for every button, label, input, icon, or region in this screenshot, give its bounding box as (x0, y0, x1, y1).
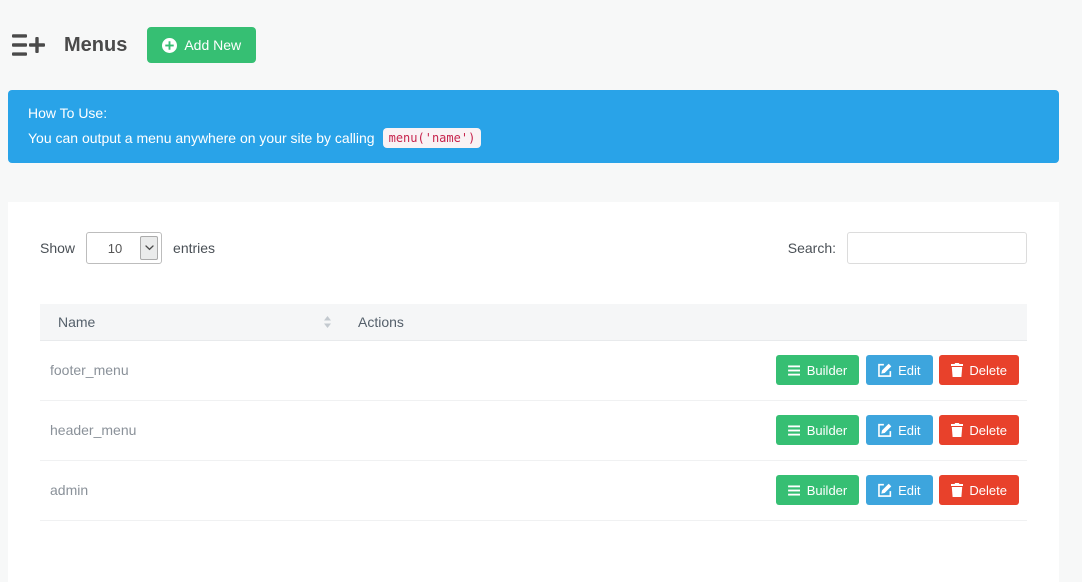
delete-button[interactable]: Delete (939, 415, 1019, 445)
page-title: Menus (64, 33, 128, 56)
edit-pencil-icon (878, 423, 892, 437)
menu-name: footer_menu (50, 362, 129, 378)
column-header-name[interactable]: Name (40, 304, 340, 341)
search-control: Search: (788, 232, 1027, 264)
delete-button[interactable]: Delete (939, 355, 1019, 385)
show-label: Show (40, 240, 76, 256)
table-body: footer_menu Builder Edit Delete header_m… (40, 340, 1027, 521)
sort-arrows-icon (323, 315, 332, 328)
search-label: Search: (787, 240, 836, 256)
how-to-use-alert: How To Use: You can output a menu anywhe… (8, 90, 1059, 163)
delete-button[interactable]: Delete (939, 475, 1019, 505)
menus-table: Name Actions footer_menu Builder Edit De… (40, 304, 1027, 521)
row-actions-cell: Builder Edit Delete (340, 400, 1027, 461)
plus-circle-icon (162, 37, 178, 53)
list-icon (787, 484, 800, 496)
edit-button[interactable]: Edit (866, 355, 933, 385)
entries-label: entries (173, 240, 216, 256)
alert-body-text: You can output a menu anywhere on your s… (28, 130, 375, 146)
page-length-control: Show 10 entries (40, 232, 215, 264)
table-row: footer_menu Builder Edit Delete (40, 340, 1027, 401)
column-header-actions: Actions (340, 304, 1027, 341)
menu-name-cell: header_menu (40, 400, 340, 461)
trash-icon (951, 363, 964, 377)
menu-name-cell: footer_menu (40, 340, 340, 401)
add-new-button[interactable]: Add New (147, 27, 257, 63)
alert-heading: How To Use: (28, 105, 108, 121)
menu-name: header_menu (50, 422, 137, 438)
builder-button[interactable]: Builder (775, 475, 860, 505)
edit-pencil-icon (878, 363, 892, 377)
menus-card: Show 10 entries Search: Name Actions foo… (8, 202, 1059, 582)
menu-name-cell: admin (40, 460, 340, 521)
page-length-select[interactable]: 10 (86, 232, 163, 264)
menu-name: admin (50, 482, 89, 498)
page-header: Menus Add New (0, 0, 1082, 90)
row-actions-cell: Builder Edit Delete (340, 340, 1027, 401)
menu-code-snippet: menu('name') (382, 128, 482, 148)
add-new-label: Add New (184, 37, 242, 53)
edit-pencil-icon (878, 483, 892, 497)
table-row: admin Builder Edit Delete (40, 460, 1027, 521)
list-add-icon (12, 32, 48, 58)
builder-button[interactable]: Builder (775, 415, 860, 445)
search-input[interactable] (847, 232, 1027, 264)
builder-button[interactable]: Builder (775, 355, 860, 385)
edit-button[interactable]: Edit (866, 475, 933, 505)
table-row: header_menu Builder Edit Delete (40, 400, 1027, 461)
edit-button[interactable]: Edit (866, 415, 933, 445)
trash-icon (951, 423, 964, 437)
row-actions-cell: Builder Edit Delete (340, 460, 1027, 521)
list-icon (787, 424, 800, 436)
table-header-row: Name Actions (40, 304, 1027, 341)
list-icon (787, 364, 800, 376)
table-controls: Show 10 entries Search: (40, 232, 1027, 264)
trash-icon (951, 483, 964, 497)
